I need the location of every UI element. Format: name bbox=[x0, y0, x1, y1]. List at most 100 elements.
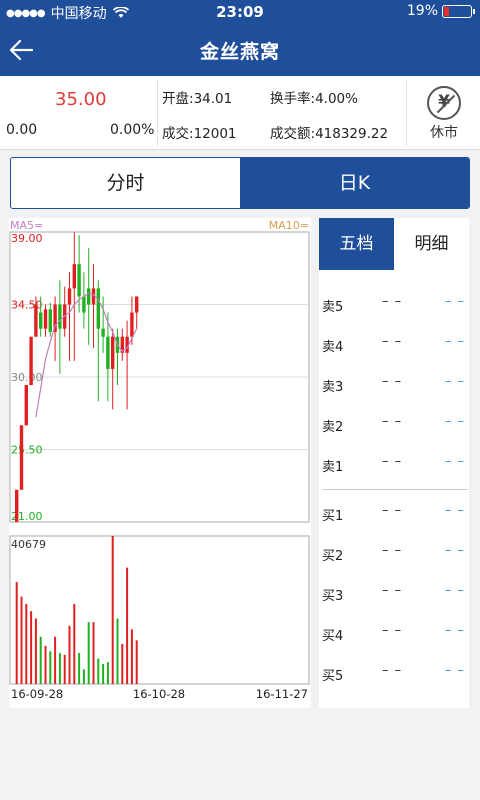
ask-label: 卖1 bbox=[322, 460, 344, 475]
candle-body bbox=[34, 304, 38, 337]
bid-row-1: 买1 – – – – bbox=[319, 503, 469, 524]
volume: 成交:12001 bbox=[162, 122, 237, 142]
bid-label: 买2 bbox=[322, 549, 344, 564]
battery-percent: 19% bbox=[406, 3, 438, 19]
bid-price: – – bbox=[382, 543, 403, 558]
volume-bar bbox=[121, 643, 124, 684]
x-tick-label: 16-10-28 bbox=[133, 687, 185, 701]
amount-label: 成交额: bbox=[270, 126, 316, 142]
candle-body bbox=[101, 328, 105, 337]
ask-label: 卖3 bbox=[322, 380, 344, 395]
amount: 成交额:418329.22 bbox=[270, 122, 388, 142]
tab-intraday[interactable]: 分时 bbox=[11, 158, 240, 208]
volume-bar bbox=[25, 603, 28, 684]
ask-price: – – bbox=[382, 374, 403, 389]
turnover-rate: 换手率:4.00% bbox=[270, 87, 358, 107]
order-book-panel: 五档 明细 卖5 – – – – 卖4 – – – – 卖3 – – – – 卖2 – – – … bbox=[319, 218, 469, 708]
volume-bar bbox=[102, 663, 105, 684]
ask-label: 卖2 bbox=[322, 420, 344, 435]
volume-bar bbox=[30, 611, 33, 684]
bid-row-4: 买4 – – – – bbox=[319, 623, 469, 644]
candle-body bbox=[24, 385, 28, 426]
y-tick-label: 39.00 bbox=[11, 232, 43, 245]
candle-body bbox=[43, 309, 48, 329]
y-tick-label: 25.50 bbox=[11, 444, 43, 457]
tab-daily-k[interactable]: 日K bbox=[240, 158, 469, 208]
volume-bar bbox=[135, 640, 138, 684]
market-closed-label: 休市 bbox=[430, 125, 458, 141]
kline-chart-svg: 39.0034.5030.0025.5021.004067916-09-28 16… bbox=[9, 231, 310, 701]
ask-volume: – – bbox=[444, 454, 465, 469]
ask-volume: – – bbox=[444, 294, 465, 309]
ask-price: – – bbox=[382, 294, 403, 309]
bid-label: 买4 bbox=[322, 629, 344, 644]
quote-panel: 35.00 0.00 0.00% 开盘:34.01 换手率:4.00% 成交:1… bbox=[0, 76, 480, 150]
candle-body bbox=[87, 288, 91, 305]
ask-row-1: 卖1 – – – – bbox=[319, 454, 469, 475]
volume-bar bbox=[116, 618, 119, 684]
open-price: 开盘:34.01 bbox=[162, 87, 232, 107]
bid-price: – – bbox=[382, 583, 403, 598]
volume-bar bbox=[78, 653, 81, 684]
battery-icon bbox=[442, 4, 475, 18]
turnover-rate-value: 4.00% bbox=[315, 91, 358, 107]
bid-volume: – – bbox=[444, 663, 465, 678]
kline-chart[interactable]: 39.00 34.50 30.00 25.50 21.00 40679 16-09-28 16… bbox=[9, 218, 311, 708]
open-label: 开盘: bbox=[162, 91, 194, 107]
candle-body bbox=[82, 296, 86, 313]
volume-bar bbox=[73, 603, 76, 684]
bid-volume: – – bbox=[444, 583, 465, 598]
tab-details[interactable]: 明细 bbox=[394, 218, 469, 270]
ask-price: – – bbox=[382, 414, 403, 429]
ask-label: 卖4 bbox=[322, 340, 344, 355]
volume-bar bbox=[126, 567, 129, 684]
volume-bar bbox=[130, 629, 133, 684]
bid-price: – – bbox=[382, 623, 403, 638]
bid-label: 买5 bbox=[322, 669, 344, 684]
candle-body bbox=[111, 336, 115, 369]
candle-body bbox=[58, 304, 62, 329]
ask-volume: – – bbox=[444, 414, 465, 429]
x-tick-label: 16-11-27 bbox=[256, 687, 308, 701]
volume-label: 成交: bbox=[162, 126, 194, 142]
nav-bar: 金丝燕窝 bbox=[0, 24, 480, 76]
amount-value: 418329.22 bbox=[315, 126, 389, 142]
price-change-percent: 0.00% bbox=[110, 122, 155, 138]
volume-bar bbox=[44, 645, 47, 684]
ask-volume: – – bbox=[444, 374, 465, 389]
page-title: 金丝燕窝 bbox=[199, 41, 280, 63]
ask-label: 卖5 bbox=[322, 300, 344, 315]
y-tick-label: 30.00 bbox=[11, 371, 43, 384]
volume-bar bbox=[39, 636, 42, 684]
volume-bar bbox=[92, 622, 95, 684]
bid-price: – – bbox=[382, 503, 403, 518]
volume-bar bbox=[15, 582, 18, 684]
volume-bar bbox=[87, 622, 90, 684]
candle-body bbox=[19, 425, 24, 490]
candle-body bbox=[135, 296, 139, 313]
bid-label: 买1 bbox=[322, 509, 344, 524]
ma10-label: MA10= bbox=[268, 219, 309, 232]
yen-closed-icon: ¥ bbox=[427, 86, 461, 120]
bid-volume: – – bbox=[444, 543, 465, 558]
volume-bar bbox=[34, 618, 37, 684]
volume-bar bbox=[54, 636, 57, 684]
status-bar: ●●●●● 中国移动 23:09 19% bbox=[0, 0, 480, 24]
tab-five-levels[interactable]: 五档 bbox=[319, 218, 394, 270]
ask-row-4: 卖4 – – – – bbox=[319, 334, 469, 355]
volume-bar bbox=[97, 658, 100, 684]
candle-body bbox=[77, 264, 81, 297]
ask-price: – – bbox=[382, 454, 403, 469]
bid-price: – – bbox=[382, 663, 403, 678]
candle-body bbox=[48, 309, 52, 332]
volume-bar bbox=[111, 536, 114, 684]
chart-tabs: 分时 日K bbox=[10, 157, 470, 209]
bid-row-3: 买3 – – – – bbox=[319, 583, 469, 604]
candle-body bbox=[130, 312, 134, 337]
divider bbox=[322, 489, 468, 490]
candle-body bbox=[15, 489, 19, 522]
ask-row-5: 卖5 – – – – bbox=[319, 294, 469, 315]
candle-body bbox=[29, 336, 33, 386]
price-change: 0.00 bbox=[6, 122, 38, 138]
current-price: 35.00 bbox=[55, 89, 107, 110]
